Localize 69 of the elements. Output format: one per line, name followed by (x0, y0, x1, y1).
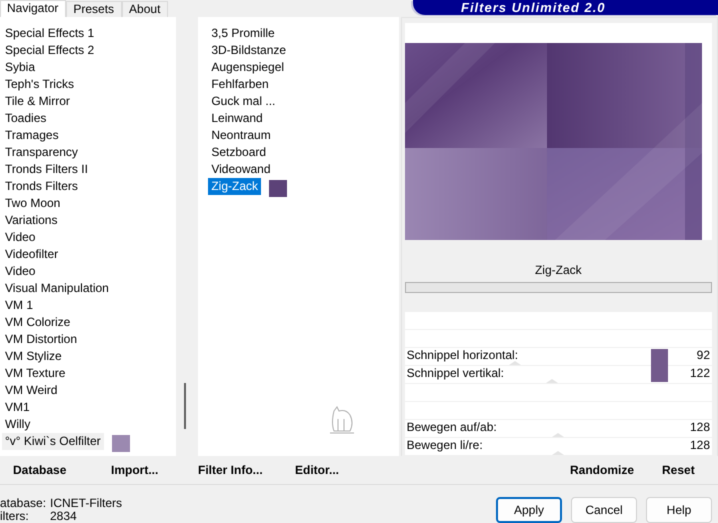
category-item[interactable]: VM 1 (2, 297, 36, 314)
filter-name: Zig-Zack (534, 262, 583, 279)
dialog-button[interactable]: Cancel (571, 497, 637, 523)
slider-value: 122 (690, 367, 710, 380)
toolbar-button[interactable]: Database (13, 463, 111, 477)
scroll-thumb[interactable] (184, 383, 186, 429)
slider-label: Schnippel vertikal: (406, 367, 504, 380)
slider[interactable]: Bewegen li/re: 128 (404, 438, 712, 456)
slider-value: 128 (690, 421, 710, 434)
category-item[interactable]: Transparency (2, 144, 81, 161)
filter-item[interactable]: Leinwand (208, 110, 266, 127)
category-item[interactable]: Special Effects 2 (2, 42, 98, 59)
category-item[interactable]: Willy (2, 416, 34, 433)
category-item[interactable]: Two Moon (2, 195, 64, 212)
slider-value: 128 (690, 439, 710, 452)
category-item[interactable]: Tronds Filters (2, 178, 81, 195)
tab[interactable]: About (122, 1, 168, 18)
filter-item[interactable]: 3,5 Promille (208, 25, 278, 42)
filter-item[interactable]: Fehlfarben (208, 76, 272, 93)
tab[interactable]: Presets (66, 1, 122, 18)
category-item[interactable]: Video (2, 263, 38, 280)
category-item[interactable]: Video (2, 229, 38, 246)
category-item[interactable]: Variations (2, 212, 60, 229)
category-item[interactable]: Special Effects 1 (2, 25, 98, 42)
status-value: ICNET-Filters (50, 497, 122, 510)
category-item[interactable]: VM Texture (2, 365, 68, 382)
slider-label: Schnippel horizontal: (406, 349, 518, 362)
color-swatch (269, 180, 288, 196)
category-item[interactable]: Tronds Filters II (2, 161, 91, 178)
category-item[interactable]: Teph's Tricks (2, 76, 77, 93)
toolbar-button[interactable]: Import... (111, 463, 198, 477)
status-label: ilters: (0, 510, 30, 523)
filter-item[interactable]: 3D-Bildstanze (208, 42, 290, 59)
category-item[interactable]: Visual Manipulation (2, 280, 112, 297)
category-item[interactable]: Videofilter (2, 246, 62, 263)
toolbar-button[interactable]: Filter Info... (198, 463, 295, 477)
color-swatch (112, 434, 130, 452)
slider[interactable]: Schnippel horizontal: 92 (404, 348, 712, 366)
dialog-button[interactable]: Help (646, 497, 712, 523)
toolbar-button[interactable]: Editor... (295, 463, 385, 477)
slider-label: Bewegen auf/ab: (406, 421, 497, 434)
slider-value: 92 (696, 349, 710, 362)
category-item[interactable]: °v° Kiwi`s Oelfilter (2, 433, 104, 450)
category-item[interactable]: VM Distortion (2, 331, 80, 348)
filter-item[interactable]: Augenspiegel (208, 59, 288, 76)
category-item[interactable]: Tramages (2, 127, 62, 144)
category-item[interactable]: VM Weird (2, 382, 60, 399)
filter-item[interactable]: Videowand (208, 161, 274, 178)
category-item[interactable]: Sybia (2, 59, 38, 76)
filter-item[interactable]: Guck mal ... (208, 93, 278, 110)
tab[interactable]: Navigator (0, 0, 66, 18)
status-value: 2834 (50, 510, 78, 523)
dialog-button[interactable]: Apply (496, 497, 562, 523)
filter-item[interactable]: Neontraum (208, 127, 274, 144)
category-item[interactable]: VM Colorize (2, 314, 74, 331)
slider[interactable]: Bewegen auf/ab: 128 (404, 420, 712, 438)
status-label: atabase: (0, 497, 48, 510)
color-swatch (650, 349, 668, 382)
slider[interactable]: Schnippel vertikal: 122 (404, 366, 712, 384)
filter-item[interactable]: Zig-Zack (208, 178, 262, 195)
slider-label: Bewegen li/re: (406, 439, 483, 452)
toolbar-button[interactable]: Reset (662, 463, 696, 477)
filter-item[interactable]: Setzboard (208, 144, 270, 161)
toolbar-button[interactable]: Randomize (570, 463, 636, 477)
category-item[interactable]: VM Stylize (2, 348, 65, 365)
category-item[interactable]: Toadies (2, 110, 50, 127)
title-banner: Filters Unlimited 2.0 (413, 0, 718, 15)
category-item[interactable]: VM1 (2, 399, 33, 416)
category-item[interactable]: Tile & Mirror (2, 93, 73, 110)
